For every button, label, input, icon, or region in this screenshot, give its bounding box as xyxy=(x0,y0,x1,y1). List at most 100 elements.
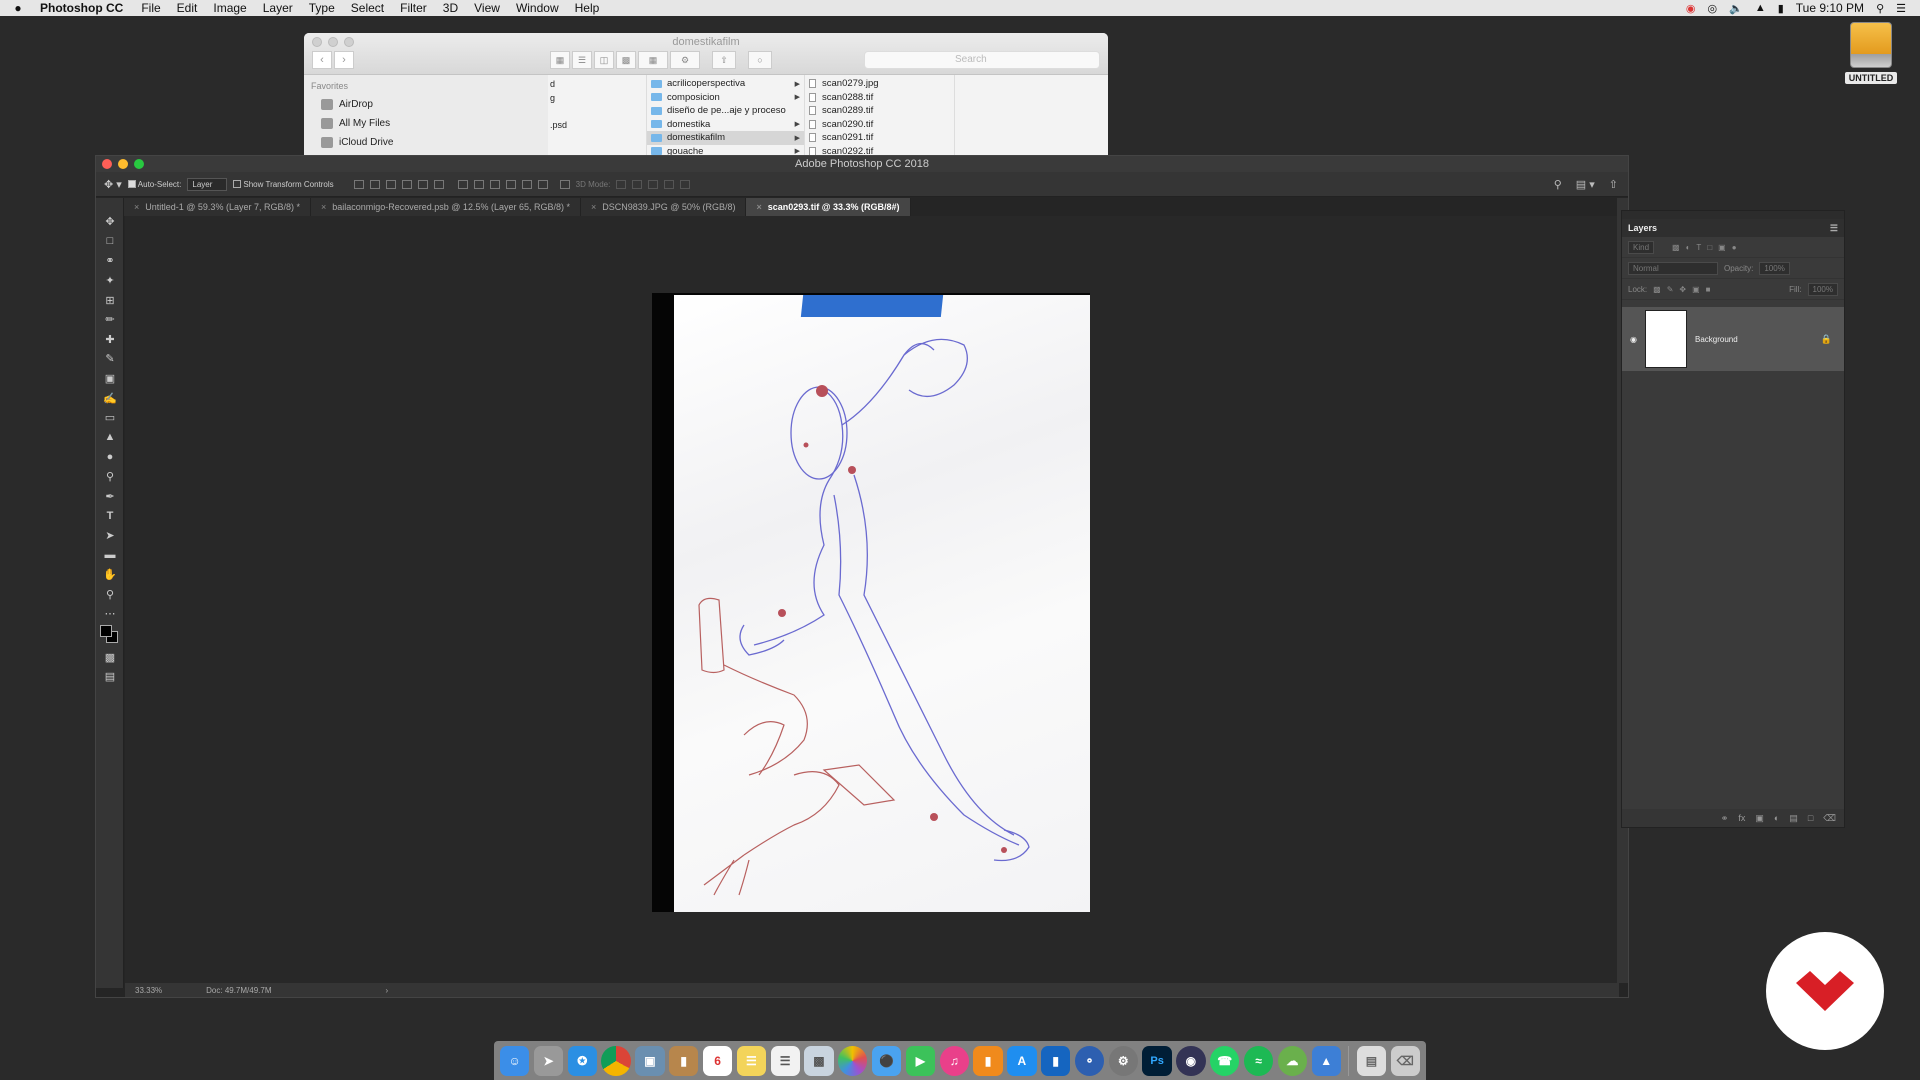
list-item[interactable]: .psd xyxy=(548,120,646,134)
rectangle-tool-icon[interactable]: ▬ xyxy=(96,545,124,565)
desktop-drive[interactable]: UNTITLED xyxy=(1843,22,1899,86)
folder-item[interactable]: acrilicoperspectiva ▶ xyxy=(647,77,804,91)
distribute-hcenter-icon[interactable] xyxy=(521,179,532,189)
battery-icon[interactable]: ▮ xyxy=(1778,2,1784,15)
path-selection-tool-icon[interactable]: ➤ xyxy=(96,526,124,546)
whatsapp-dock-icon[interactable]: ☎ xyxy=(1210,1045,1240,1076)
menu-window[interactable]: Window xyxy=(508,1,567,15)
calendar-dock-icon[interactable]: 6 xyxy=(702,1045,733,1076)
creative-cloud-icon[interactable]: ◉ xyxy=(1686,2,1696,15)
cloud-app-dock-icon[interactable]: ☁ xyxy=(1277,1045,1307,1076)
adjustment-layer-icon[interactable]: ◐ xyxy=(1774,813,1779,823)
preview-dock-icon[interactable]: ▣ xyxy=(635,1045,665,1076)
fill-input[interactable]: 100% xyxy=(1807,282,1838,296)
folder-item[interactable]: gouache ▶ xyxy=(647,145,804,155)
screen-mode-icon[interactable]: ▤ xyxy=(96,667,124,687)
wifi-icon[interactable]: ▲ xyxy=(1755,2,1766,14)
photo-browser-dock-icon[interactable]: ▩ xyxy=(804,1045,834,1076)
opacity-input[interactable]: 100% xyxy=(1759,261,1790,275)
chrome-dock-icon[interactable] xyxy=(601,1045,631,1076)
filter-smart-object-icon[interactable]: ▣ xyxy=(1718,243,1726,252)
arrange-button[interactable]: ▦ xyxy=(638,51,668,69)
list-item[interactable]: d xyxy=(548,79,646,93)
tab-bailaconmigo[interactable]: × bailaconmigo-Recovered.psb @ 12.5% (Lay… xyxy=(310,198,581,216)
notes-book-dock-icon[interactable]: ▮ xyxy=(669,1045,699,1076)
folder-item[interactable]: composicion ▶ xyxy=(647,91,804,105)
browser-dock-icon[interactable]: ◉ xyxy=(1176,1045,1206,1076)
menu-3d[interactable]: 3D xyxy=(435,1,466,15)
app-menu[interactable]: Photoshop CC xyxy=(36,1,133,15)
tab-scan0293[interactable]: × scan0293.tif @ 33.3% (RGB/8#) xyxy=(746,198,911,216)
filter-toggle-icon[interactable]: ● xyxy=(1732,243,1737,252)
more-tools-icon[interactable]: ⋯ xyxy=(96,604,124,624)
list-item[interactable]: g xyxy=(548,93,646,107)
auto-select-dropdown[interactable]: Layer xyxy=(187,177,228,191)
spotlight-icon[interactable]: ⚲ xyxy=(1876,2,1884,15)
magic-wand-tool-icon[interactable]: ✦ xyxy=(96,271,124,291)
3d-roll-icon[interactable] xyxy=(632,179,643,189)
menu-filter[interactable]: Filter xyxy=(392,1,435,15)
distribute-vcenter-icon[interactable] xyxy=(473,179,484,189)
align-top-icon[interactable] xyxy=(353,179,364,189)
paint-bucket-tool-icon[interactable]: ▲ xyxy=(96,428,124,448)
forward-button[interactable]: › xyxy=(334,51,354,69)
lock-icon[interactable]: 🔒 xyxy=(1821,334,1832,345)
finder-titlebar[interactable]: domestikafilm ‹ › ▦ ☰ ◫ ▩ ▦ ⚙ ⇧ ○ Search xyxy=(304,33,1108,75)
sidebar-item-airdrop[interactable]: AirDrop xyxy=(311,95,548,114)
align-left-icon[interactable] xyxy=(401,179,412,189)
color-swatches[interactable] xyxy=(96,623,124,647)
3d-slide-icon[interactable] xyxy=(664,179,675,189)
folder-item[interactable]: diseño de pe...aje y proceso xyxy=(647,104,804,118)
stamp-tool-icon[interactable]: ▣ xyxy=(96,369,124,389)
quick-mask-icon[interactable]: ▩ xyxy=(96,647,124,667)
close-icon[interactable]: × xyxy=(756,202,761,212)
zoom-tool-icon[interactable]: ⚲ xyxy=(96,584,124,604)
eyedropper-tool-icon[interactable]: ✏ xyxy=(96,310,124,330)
lock-position-icon[interactable]: ✥ xyxy=(1679,285,1686,294)
crop-tool-icon[interactable]: ⊞ xyxy=(96,290,124,310)
workspace-icon[interactable]: ▤ ▾ xyxy=(1576,178,1595,191)
tag-button[interactable]: ○ xyxy=(748,51,772,69)
chat-dock-icon[interactable]: ⚬ xyxy=(1074,1045,1105,1076)
photoshop-dock-icon[interactable]: Ps xyxy=(1142,1045,1172,1076)
distribute-top-icon[interactable] xyxy=(457,179,468,189)
reminders-dock-icon[interactable]: ☰ xyxy=(770,1045,800,1076)
lock-paint-icon[interactable]: ✎ xyxy=(1667,285,1674,294)
file-item[interactable]: scan0289.tif xyxy=(805,104,954,118)
3d-scale-icon[interactable] xyxy=(680,179,691,189)
align-right-icon[interactable] xyxy=(433,179,444,189)
status-menu-icon[interactable]: › xyxy=(386,986,389,995)
distribute-left-icon[interactable] xyxy=(505,179,516,189)
file-item[interactable]: scan0291.tif xyxy=(805,131,954,145)
search-icon[interactable]: ⚲ xyxy=(1554,178,1562,191)
menu-type[interactable]: Type xyxy=(301,1,343,15)
trello-dock-icon[interactable]: ▮ xyxy=(1041,1045,1071,1076)
menu-select[interactable]: Select xyxy=(343,1,392,15)
list-view-button[interactable]: ☰ xyxy=(572,51,592,69)
foreground-color[interactable] xyxy=(100,625,112,638)
close-icon[interactable]: × xyxy=(321,202,326,212)
document-image[interactable] xyxy=(652,293,1090,912)
sidebar-item-icloud-drive[interactable]: iCloud Drive xyxy=(311,133,548,152)
hand-tool-icon[interactable]: ✋ xyxy=(96,565,124,585)
itunes-dock-icon[interactable]: ♫ xyxy=(939,1045,969,1076)
safari-dock-icon[interactable]: ✪ xyxy=(567,1045,597,1076)
spotify-dock-icon[interactable]: ≈ xyxy=(1243,1045,1274,1076)
blur-tool-icon[interactable]: ● xyxy=(96,447,124,467)
record-icon[interactable]: ◎ xyxy=(1708,2,1718,15)
pen-tool-icon[interactable]: ✒ xyxy=(96,486,124,506)
share-icon[interactable]: ⇧ xyxy=(1609,178,1618,191)
marquee-tool-icon[interactable]: □ xyxy=(96,232,124,252)
file-item[interactable]: scan0292.tif xyxy=(805,145,954,155)
filter-adjustment-icon[interactable]: ◐ xyxy=(1686,243,1691,252)
ps-close-button[interactable] xyxy=(102,159,112,169)
share-button[interactable]: ⇧ xyxy=(712,51,736,69)
menu-edit[interactable]: Edit xyxy=(169,1,206,15)
blend-mode-select[interactable]: Normal xyxy=(1628,261,1718,275)
history-brush-tool-icon[interactable]: ✍ xyxy=(96,388,124,408)
messages-dock-icon[interactable]: ⚫ xyxy=(871,1045,902,1076)
move-tool-preset-icon[interactable]: ✥ ▾ xyxy=(104,178,122,191)
type-tool-icon[interactable]: T xyxy=(96,506,124,526)
lock-pixels-icon[interactable]: ▩ xyxy=(1653,285,1661,294)
finder-search-input[interactable]: Search xyxy=(864,51,1100,69)
